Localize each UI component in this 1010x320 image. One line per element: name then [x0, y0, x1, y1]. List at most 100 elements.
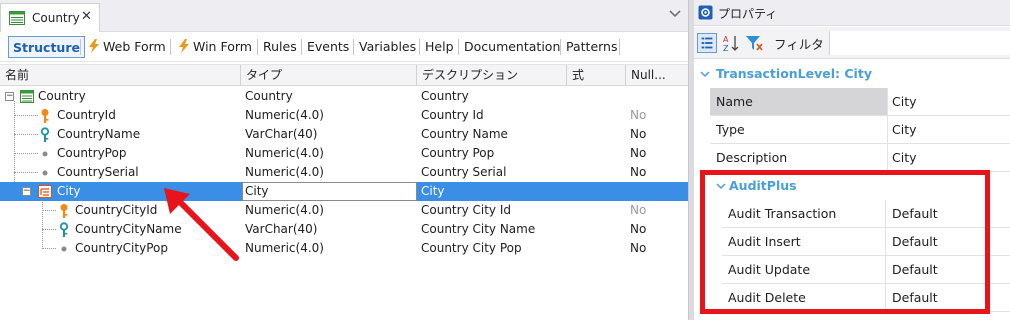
properties-panel: プロパティ A Z フィルタ TransactionLevel: City Na… [694, 0, 1010, 320]
property-value[interactable]: City [892, 144, 917, 171]
tab-separator [560, 39, 561, 55]
audit-group-header[interactable]: AuditPlus [710, 174, 1010, 198]
cell-nullable: No [630, 203, 647, 217]
document-tab-country[interactable]: Country ✕ [0, 3, 100, 32]
column-header-formula[interactable]: 式 [567, 65, 626, 86]
table-row[interactable]: CountryCityName VarChar(40) Country City… [0, 220, 688, 239]
grid-header: 名前 タイプ デスクリプション 式 Null... [0, 64, 688, 86]
tab-structure[interactable]: Structure [8, 36, 85, 58]
cell-type: Numeric(4.0) [245, 108, 324, 122]
tab-separator [353, 39, 354, 55]
tab-separator [458, 39, 459, 55]
tab-web-form[interactable]: Web Form [84, 36, 170, 58]
cell-name: Country [38, 89, 86, 103]
table-row[interactable]: CountryCityPop Numeric(4.0) Country City… [0, 239, 688, 258]
cell-name: CountryPop [57, 146, 127, 160]
table-row[interactable]: CountryName VarChar(40) Country Name No [0, 125, 688, 144]
table-row[interactable]: CountrySerial Numeric(4.0) Country Seria… [0, 163, 688, 182]
cell-type: Numeric(4.0) [245, 165, 324, 179]
property-name: Audit Insert [722, 228, 886, 255]
tab-web-form-label: Web Form [103, 39, 166, 54]
attribute-dot-icon [61, 246, 67, 252]
tab-win-form[interactable]: Win Form [174, 36, 256, 58]
bolt-icon [89, 39, 99, 53]
property-row-audit-transaction[interactable]: Audit Transaction Default [722, 200, 1010, 228]
table-row[interactable]: CountryCityId Numeric(4.0) Country City … [0, 201, 688, 220]
property-row-name[interactable]: Name City [710, 88, 1010, 116]
property-name: Audit Update [722, 256, 886, 283]
property-value[interactable]: City [892, 116, 917, 143]
primary-key-icon [60, 204, 68, 218]
cell-name: CountryName [57, 127, 141, 141]
tab-separator [80, 39, 81, 55]
document-tab-title: Country [32, 11, 80, 25]
property-row-audit-delete[interactable]: Audit Delete Default [722, 284, 1010, 312]
filter-icon[interactable] [744, 33, 764, 53]
tab-help[interactable]: Help [421, 36, 458, 58]
tab-variables[interactable]: Variables [355, 36, 420, 58]
tab-patterns[interactable]: Patterns [562, 36, 621, 58]
collapse-icon[interactable]: − [5, 92, 14, 101]
sort-alphabetical-icon[interactable]: A Z [721, 33, 741, 53]
tab-separator [619, 39, 620, 55]
filter-input[interactable] [829, 31, 1010, 55]
transaction-icon [20, 90, 34, 103]
attribute-dot-icon [42, 170, 48, 176]
cell-name: City [57, 184, 81, 198]
tab-win-form-label: Win Form [193, 39, 252, 54]
property-value[interactable]: Default [892, 256, 938, 283]
cell-type: Numeric(4.0) [245, 203, 324, 217]
property-value[interactable]: Default [892, 284, 938, 311]
cell-nullable: No [630, 165, 647, 179]
property-row-audit-update[interactable]: Audit Update Default [722, 256, 1010, 284]
transaction-icon [9, 11, 25, 25]
tab-separator [257, 39, 258, 55]
table-row-selected[interactable]: − City City City [0, 182, 688, 201]
candidate-key-icon [59, 222, 69, 237]
property-name: Name [710, 88, 888, 115]
property-row-audit-insert[interactable]: Audit Insert Default [722, 228, 1010, 256]
tab-events[interactable]: Events [303, 36, 353, 58]
column-header-description[interactable]: デスクリプション [417, 65, 567, 86]
property-value[interactable]: Default [892, 228, 938, 255]
cell-description: Country Pop [421, 146, 495, 160]
categorized-view-icon[interactable] [697, 33, 717, 53]
close-icon[interactable]: ✕ [81, 9, 92, 24]
annotation-arrow-icon [164, 188, 239, 261]
cell-description: Country City Id [421, 203, 511, 217]
property-value[interactable]: City [892, 88, 917, 115]
collapse-icon[interactable]: − [22, 187, 31, 196]
cell-type: Numeric(4.0) [245, 241, 324, 255]
table-row[interactable]: CountryId Numeric(4.0) Country Id No [0, 106, 688, 125]
properties-title: プロパティ [718, 7, 778, 21]
primary-key-icon [41, 109, 49, 123]
attribute-dot-icon [42, 151, 48, 157]
editor-section-tabs: Structure Web Form Win Form Rules Events… [0, 32, 688, 62]
table-row[interactable]: − Country Country Country [0, 87, 688, 106]
document-tab-bar: Country ✕ [0, 0, 688, 32]
cell-description: Country City Name [421, 222, 536, 236]
cell-name: CountryId [57, 108, 116, 122]
cell-description: City [421, 184, 445, 198]
column-header-name[interactable]: 名前 [0, 65, 241, 86]
tab-documentation[interactable]: Documentation [460, 36, 564, 58]
cell-name: CountryCityId [75, 203, 158, 217]
bolt-icon [179, 39, 189, 53]
cell-type: VarChar(40) [245, 222, 318, 236]
property-row-description[interactable]: Description City [710, 144, 1010, 172]
column-header-nullable[interactable]: Null... [626, 65, 688, 86]
property-row-type[interactable]: Type City [710, 116, 1010, 144]
cell-type-editor[interactable]: City [242, 182, 417, 201]
table-row[interactable]: CountryPop Numeric(4.0) Country Pop No [0, 144, 688, 163]
property-name: Description [710, 144, 888, 171]
property-name: Audit Transaction [722, 200, 886, 227]
tab-rules[interactable]: Rules [259, 36, 301, 58]
chevron-down-icon[interactable] [668, 7, 682, 21]
section-title: TransactionLevel: City [716, 66, 872, 81]
cell-nullable: No [630, 146, 647, 160]
column-header-type[interactable]: タイプ [241, 65, 417, 86]
cell-type: VarChar(40) [245, 127, 318, 141]
section-header[interactable]: TransactionLevel: City [694, 62, 1010, 86]
cell-nullable: No [630, 108, 647, 122]
property-value[interactable]: Default [892, 200, 938, 227]
